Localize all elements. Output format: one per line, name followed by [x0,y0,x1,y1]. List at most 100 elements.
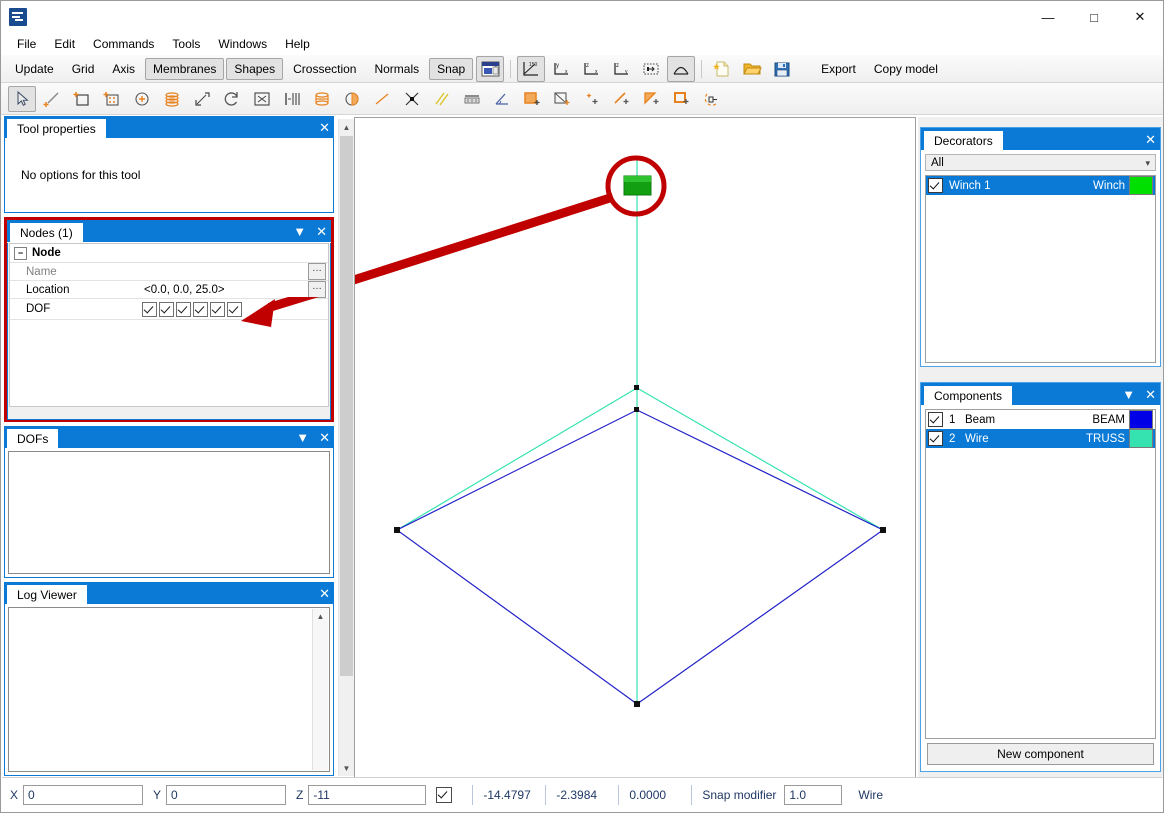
toolbar-membranes-button[interactable]: Membranes [145,57,225,80]
add-square-icon[interactable] [668,86,696,112]
dofs-panel-close-icon[interactable]: ✕ [319,431,330,444]
save-disk-icon[interactable] [768,56,796,82]
toolbar-axis-button[interactable]: Axis [104,58,143,80]
property-row-location[interactable]: Location <0.0, 0.0, 25.0> … [10,281,328,299]
nodes-panel-close-icon[interactable]: ✕ [316,225,327,238]
decorator-color-swatch[interactable] [1129,176,1153,195]
maximize-button[interactable]: □ [1071,1,1117,33]
add-stack-icon[interactable] [158,86,186,112]
log-viewer-scrollbar[interactable]: ▲ [312,609,328,770]
toolbar-crossection-button[interactable]: Crossection [285,58,364,80]
x-input[interactable] [23,784,144,805]
dof-checkbox-2[interactable] [159,301,174,317]
coordinate-lock-checkbox[interactable] [436,786,453,803]
log-viewer-close-icon[interactable]: ✕ [319,587,330,600]
fit-selection-icon[interactable] [637,56,665,82]
intersect-icon[interactable] [398,86,426,112]
rotate-icon[interactable] [218,86,246,112]
export-button[interactable]: Export [813,58,864,80]
view-zx-icon[interactable]: z x [577,56,605,82]
add-mesh-icon[interactable] [98,86,126,112]
log-scroll-up-icon[interactable]: ▲ [313,609,328,623]
property-row-name[interactable]: Name … [10,263,328,281]
diagonal-line-icon[interactable] [368,86,396,112]
menu-help[interactable]: Help [276,34,319,54]
scale-icon[interactable] [188,86,216,112]
log-viewer-text-area[interactable]: ▲ [8,607,330,772]
dof-checkbox-4[interactable] [193,301,208,317]
select-arrow-icon[interactable] [8,85,36,112]
parallel-lines-icon[interactable] [428,86,456,112]
y-input[interactable] [166,784,287,805]
add-line-icon[interactable] [38,86,66,112]
minimize-button[interactable]: — [1025,1,1071,33]
open-folder-icon[interactable] [738,56,766,82]
angle-measure-icon[interactable] [488,86,516,112]
dof-checkbox-3[interactable] [176,301,191,317]
tool-properties-close-icon[interactable]: ✕ [319,121,330,134]
property-name-ellipsis-button[interactable]: … [308,263,326,280]
dock-scroll-up-icon[interactable]: ▲ [339,119,354,135]
dof-checkbox-6[interactable] [227,301,242,317]
decorators-list[interactable]: Winch 1 Winch [925,175,1156,363]
decorator-row-winch-1[interactable]: Winch 1 Winch [926,176,1155,195]
property-value-location[interactable]: <0.0, 0.0, 25.0> [140,284,308,296]
toolbar-snap-button[interactable]: Snap [429,57,474,80]
half-circle-icon[interactable] [338,86,366,112]
left-dock-scrollbar[interactable]: ▲ ▼ [338,119,354,776]
component-visibility-checkbox-wire[interactable] [928,431,943,446]
lock-view-icon[interactable] [476,55,505,82]
add-point-icon[interactable] [128,86,156,112]
new-component-button[interactable]: New component [927,743,1154,765]
dock-scroll-thumb[interactable] [340,136,353,676]
view-zy-icon[interactable]: z y [607,56,635,82]
add-rectangle-icon[interactable] [68,86,96,112]
toolbar-normals-button[interactable]: Normals [366,58,427,80]
toolbar-grid-button[interactable]: Grid [64,58,103,80]
menu-file[interactable]: File [8,34,45,54]
snap-modifier-input[interactable] [784,784,843,805]
menu-tools[interactable]: Tools [163,34,209,54]
component-row-wire[interactable]: 2 Wire TRUSS [926,429,1155,448]
membrane-arch-icon[interactable] [667,55,696,82]
component-row-beam[interactable]: 1 Beam BEAM [926,410,1155,429]
toolbar-shapes-button[interactable]: Shapes [226,57,284,80]
fit-view-icon[interactable] [248,86,276,112]
measure-icon[interactable] [458,86,486,112]
fill-square-icon[interactable] [518,86,546,112]
dofs-list[interactable] [8,451,330,574]
toolbar-update-button[interactable]: Update [7,58,62,80]
view-yx-icon[interactable]: y x [547,56,575,82]
add-triangle-icon[interactable] [638,86,666,112]
property-location-ellipsis-button[interactable]: … [308,281,326,298]
add-beam-icon[interactable] [608,86,636,112]
z-input[interactable] [308,784,427,805]
new-file-icon[interactable] [708,56,736,82]
close-button[interactable]: ✕ [1117,1,1163,33]
components-menu-icon[interactable]: ▼ [1122,388,1135,401]
3d-model-viewport[interactable] [354,117,916,778]
component-visibility-checkbox-beam[interactable] [928,412,943,427]
dock-scroll-down-icon[interactable]: ▼ [339,760,354,776]
add-surface-icon[interactable] [548,86,576,112]
nodes-panel-menu-icon[interactable]: ▼ [293,225,306,238]
decorators-filter-combo[interactable]: All ▾ [925,154,1156,171]
component-color-swatch-beam[interactable] [1129,410,1153,429]
component-color-swatch-wire[interactable] [1129,429,1153,448]
dof-checkbox-1[interactable] [142,301,157,317]
add-node-icon[interactable] [578,86,606,112]
menu-commands[interactable]: Commands [84,34,163,54]
decorators-close-icon[interactable]: ✕ [1145,133,1156,146]
decorator-visibility-checkbox[interactable] [928,178,943,193]
menu-edit[interactable]: Edit [45,34,84,54]
dof-checkbox-5[interactable] [210,301,225,317]
dofs-panel-menu-icon[interactable]: ▼ [296,431,309,444]
node-group-expander[interactable]: − [14,246,27,260]
menu-windows[interactable]: Windows [209,34,276,54]
align-icon[interactable] [278,86,306,112]
copy-model-button[interactable]: Copy model [866,58,946,80]
add-decorator-icon[interactable] [698,86,726,112]
components-close-icon[interactable]: ✕ [1145,388,1156,401]
property-row-dof[interactable]: DOF [10,299,328,320]
node-group-header[interactable]: − Node [10,244,328,263]
